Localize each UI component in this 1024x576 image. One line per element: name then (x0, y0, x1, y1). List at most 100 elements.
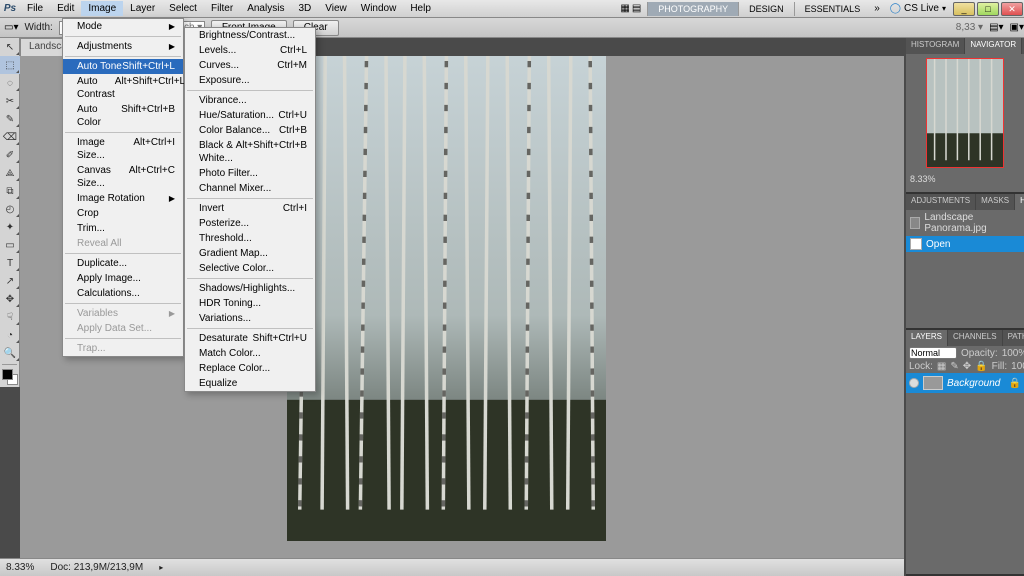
menuitem-hue-saturation-[interactable]: Hue/Saturation...Ctrl+U (185, 108, 315, 123)
menuitem-black-white-[interactable]: Black & White...Alt+Shift+Ctrl+B (185, 138, 315, 166)
tool-12[interactable]: T (0, 254, 20, 272)
document-canvas[interactable] (287, 56, 606, 541)
navigator-thumbnail[interactable] (926, 58, 1004, 168)
navigator-zoom[interactable]: 8.33% (906, 172, 1024, 186)
menuitem-vibrance-[interactable]: Vibrance... (185, 93, 315, 108)
lock-icon[interactable]: ✎ (950, 361, 958, 372)
menuitem-image-rotation[interactable]: Image Rotation▶ (63, 191, 183, 206)
menuitem-channel-mixer-[interactable]: Channel Mixer... (185, 181, 315, 196)
menuitem-exposure-[interactable]: Exposure... (185, 73, 315, 88)
menuitem-equalize[interactable]: Equalize (185, 376, 315, 391)
menuitem-levels-[interactable]: Levels...Ctrl+L (185, 43, 315, 58)
menu-select[interactable]: Select (162, 1, 204, 16)
toolbar-icon[interactable]: ▦ (620, 3, 629, 14)
menuitem-shadows-highlights-[interactable]: Shadows/Highlights... (185, 281, 315, 296)
menuitem-image-size-[interactable]: Image Size...Alt+Ctrl+I (63, 135, 183, 163)
menu-image[interactable]: Image (81, 1, 123, 16)
tool-11[interactable]: ▭ (0, 236, 20, 254)
menu-layer[interactable]: Layer (123, 1, 162, 16)
menu-help[interactable]: Help (403, 1, 438, 16)
menuitem-replace-color-[interactable]: Replace Color... (185, 361, 315, 376)
tool-16[interactable]: ◔ (0, 326, 20, 344)
menuitem-auto-contrast[interactable]: Auto ContrastAlt+Shift+Ctrl+L (63, 74, 183, 102)
screenmode-icon[interactable]: ▣▾ (1010, 22, 1024, 33)
tool-2[interactable]: ◌ (0, 74, 20, 92)
menuitem-brightness-contrast-[interactable]: Brightness/Contrast... (185, 28, 315, 43)
history-document[interactable]: Landscape Panorama.jpg (906, 210, 1024, 236)
blend-mode-select[interactable] (909, 347, 957, 359)
window-close[interactable]: ✕ (1001, 2, 1023, 16)
menu-window[interactable]: Window (354, 1, 404, 16)
menuitem-trim-[interactable]: Trim... (63, 221, 183, 236)
status-docsize[interactable]: Doc: 213,9M/213,9M (50, 562, 143, 573)
lock-icon[interactable]: ▦ (937, 361, 946, 372)
tool-13[interactable]: ↗ (0, 272, 20, 290)
menuitem-hdr-toning-[interactable]: HDR Toning... (185, 296, 315, 311)
layer-thumbnail[interactable] (923, 376, 943, 390)
tool-0[interactable]: ↖ (0, 38, 20, 56)
menuitem-threshold-[interactable]: Threshold... (185, 231, 315, 246)
top-tab-navigator[interactable]: NAVIGATOR (965, 38, 1022, 54)
tool-7[interactable]: ⟁ (0, 164, 20, 182)
menu-view[interactable]: View (318, 1, 354, 16)
menuitem-canvas-size-[interactable]: Canvas Size...Alt+Ctrl+C (63, 163, 183, 191)
color-swatch[interactable] (2, 369, 18, 385)
workspace-photography[interactable]: PHOTOGRAPHY (647, 2, 738, 16)
bot-tab-paths[interactable]: PATHS (1003, 330, 1024, 346)
menuitem-apply-image-[interactable]: Apply Image... (63, 271, 183, 286)
tool-17[interactable]: 🔍 (0, 344, 20, 362)
menu-edit[interactable]: Edit (50, 1, 81, 16)
workspace-design[interactable]: DESIGN (738, 2, 794, 16)
tool-4[interactable]: ✎ (0, 110, 20, 128)
arrange-icon[interactable]: ▤▾ (989, 22, 1003, 33)
tool-preset-icon[interactable]: ▭▾ (4, 22, 18, 33)
status-zoom[interactable]: 8.33% (6, 562, 34, 573)
mid-tab-history[interactable]: HISTORY (1015, 194, 1024, 210)
bot-tab-channels[interactable]: CHANNELS (948, 330, 1003, 346)
tool-3[interactable]: ✂ (0, 92, 20, 110)
more-icon[interactable]: » (870, 3, 884, 14)
menuitem-calculations-[interactable]: Calculations... (63, 286, 183, 301)
window-minimize[interactable]: _ (953, 2, 975, 16)
lock-icon[interactable]: 🔒 (975, 361, 987, 372)
visibility-icon[interactable] (909, 378, 919, 388)
lock-icon[interactable]: ✥ (963, 361, 971, 372)
menuitem-desaturate[interactable]: DesaturateShift+Ctrl+U (185, 331, 315, 346)
tool-8[interactable]: ⧉ (0, 182, 20, 200)
menuitem-selective-color-[interactable]: Selective Color... (185, 261, 315, 276)
menuitem-gradient-map-[interactable]: Gradient Map... (185, 246, 315, 261)
menuitem-color-balance-[interactable]: Color Balance...Ctrl+B (185, 123, 315, 138)
history-step[interactable]: Open (906, 236, 1024, 252)
menuitem-variations-[interactable]: Variations... (185, 311, 315, 326)
menu-filter[interactable]: Filter (204, 1, 240, 16)
tool-14[interactable]: ✥ (0, 290, 20, 308)
tool-9[interactable]: ◴ (0, 200, 20, 218)
menuitem-invert[interactable]: InvertCtrl+I (185, 201, 315, 216)
menuitem-auto-color[interactable]: Auto ColorShift+Ctrl+B (63, 102, 183, 130)
tool-5[interactable]: ⌫ (0, 128, 20, 146)
toolbar-icon[interactable]: ▤ (632, 3, 641, 14)
menuitem-photo-filter-[interactable]: Photo Filter... (185, 166, 315, 181)
layer-row[interactable]: Background 🔒 (906, 373, 1024, 393)
menuitem-posterize-[interactable]: Posterize... (185, 216, 315, 231)
tool-1[interactable]: ⬚ (0, 56, 20, 74)
menuitem-match-color-[interactable]: Match Color... (185, 346, 315, 361)
menu-file[interactable]: File (20, 1, 50, 16)
tool-15[interactable]: ☟ (0, 308, 20, 326)
tool-6[interactable]: ✐ (0, 146, 20, 164)
menu-analysis[interactable]: Analysis (240, 1, 291, 16)
menuitem-duplicate-[interactable]: Duplicate... (63, 256, 183, 271)
window-maximize[interactable]: □ (977, 2, 999, 16)
menuitem-auto-tone[interactable]: Auto ToneShift+Ctrl+L (63, 59, 183, 74)
menuitem-curves-[interactable]: Curves...Ctrl+M (185, 58, 315, 73)
bot-tab-layers[interactable]: LAYERS (906, 330, 948, 346)
menuitem-mode[interactable]: Mode▶ (63, 19, 183, 34)
menuitem-adjustments[interactable]: Adjustments▶ (63, 39, 183, 54)
tool-10[interactable]: ✦ (0, 218, 20, 236)
menuitem-crop[interactable]: Crop (63, 206, 183, 221)
cslive-button[interactable]: ◯ CS Live▾ (884, 3, 952, 14)
layer-name[interactable]: Background (947, 378, 1000, 389)
mid-tab-masks[interactable]: MASKS (976, 194, 1015, 210)
menu-3d[interactable]: 3D (291, 1, 318, 16)
top-tab-histogram[interactable]: HISTOGRAM (906, 38, 965, 54)
